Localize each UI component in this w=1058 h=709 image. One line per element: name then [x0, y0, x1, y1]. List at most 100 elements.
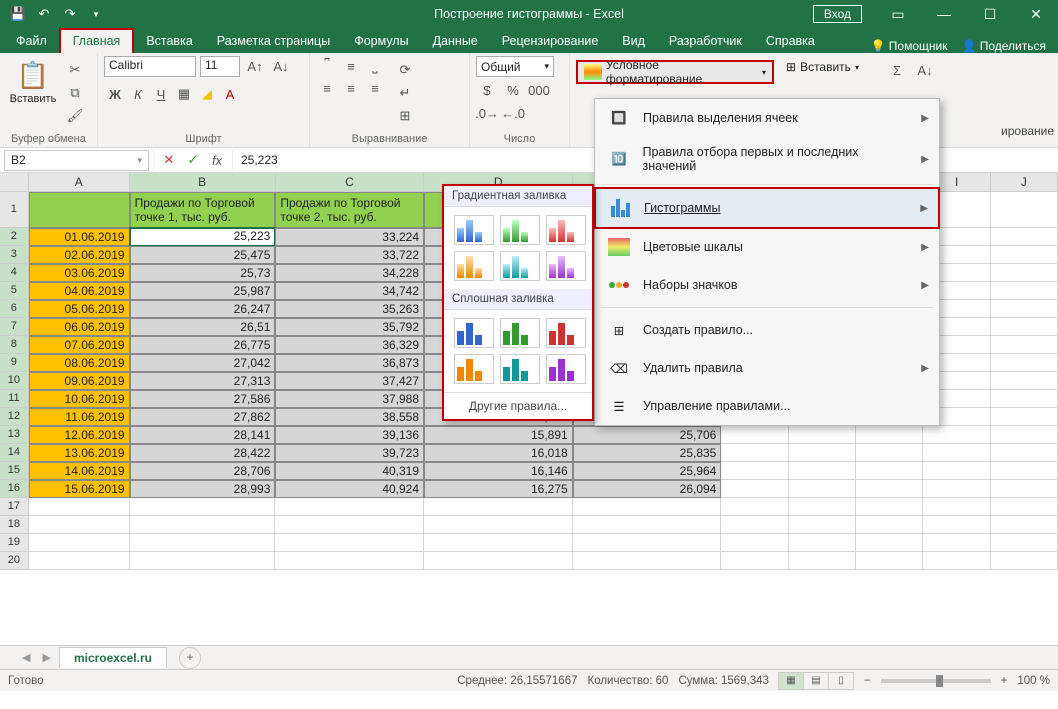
row-header[interactable]: 6 [0, 300, 29, 318]
align-center-icon[interactable]: ≡ [340, 78, 362, 98]
menu-highlight-rules[interactable]: 🔲 Правила выделения ячеек ▶ [595, 99, 939, 137]
cell[interactable]: 08.06.2019 [29, 354, 130, 372]
cell[interactable] [923, 480, 990, 498]
databar-gradient-blue[interactable] [454, 215, 494, 245]
view-page-layout-icon[interactable]: ▤ [803, 672, 829, 690]
cell[interactable] [424, 552, 573, 570]
cell[interactable] [29, 516, 130, 534]
cell[interactable] [991, 264, 1058, 282]
decrease-font-icon[interactable]: A↓ [270, 57, 292, 77]
tab-home[interactable]: Главная [59, 28, 135, 53]
cell[interactable]: 25,73 [130, 264, 276, 282]
cell[interactable]: 25,964 [573, 462, 722, 480]
cell[interactable]: 33,224 [275, 228, 424, 246]
cell[interactable]: 16,275 [424, 480, 573, 498]
cell[interactable]: 25,706 [573, 426, 722, 444]
align-bottom-icon[interactable]: ⎵ [364, 56, 386, 76]
align-middle-icon[interactable]: ≡ [340, 56, 362, 76]
cell[interactable]: 25,835 [573, 444, 722, 462]
cell[interactable] [923, 426, 990, 444]
font-name-input[interactable]: Calibri [104, 56, 196, 77]
cell[interactable]: 11.06.2019 [29, 408, 130, 426]
menu-new-rule[interactable]: ⊞ Создать правило... [595, 311, 939, 349]
cell[interactable] [991, 318, 1058, 336]
cell[interactable]: 26,51 [130, 318, 276, 336]
tab-page-layout[interactable]: Разметка страницы [205, 30, 342, 53]
cell[interactable]: 35,792 [275, 318, 424, 336]
menu-clear-rules[interactable]: ⌫ Удалить правила ▶ [595, 349, 939, 387]
cell[interactable]: 34,742 [275, 282, 424, 300]
cell[interactable] [29, 534, 130, 552]
cell[interactable] [424, 534, 573, 552]
cell[interactable] [856, 426, 923, 444]
cell[interactable]: 36,329 [275, 336, 424, 354]
increase-font-icon[interactable]: A↑ [244, 57, 266, 77]
row-header[interactable]: 13 [0, 426, 29, 444]
insert-cells-button[interactable]: ⊞ Вставить ▾ [786, 60, 859, 74]
tab-help[interactable]: Справка [754, 30, 827, 53]
row-header[interactable]: 19 [0, 534, 29, 552]
cell[interactable] [991, 282, 1058, 300]
cell[interactable]: 34,228 [275, 264, 424, 282]
row-header[interactable]: 4 [0, 264, 29, 282]
share-button[interactable]: 👤 Поделиться [961, 39, 1046, 53]
databar-gradient-orange[interactable] [454, 251, 494, 281]
cell[interactable] [789, 498, 856, 516]
sheet-nav-next-icon[interactable]: ▶ [38, 651, 54, 664]
databar-solid-cyan[interactable] [500, 354, 540, 384]
menu-color-scales[interactable]: Цветовые шкалы ▶ [595, 228, 939, 266]
cell[interactable] [991, 426, 1058, 444]
databar-solid-purple[interactable] [546, 354, 586, 384]
zoom-level[interactable]: 100 % [1017, 675, 1050, 687]
cell[interactable] [991, 534, 1058, 552]
cell[interactable] [923, 444, 990, 462]
databar-gradient-green[interactable] [500, 215, 540, 245]
col-header[interactable]: A [29, 173, 130, 191]
cell[interactable] [991, 390, 1058, 408]
menu-manage-rules[interactable]: ☰ Управление правилами... [595, 387, 939, 425]
cell[interactable]: 10.06.2019 [29, 390, 130, 408]
cut-icon[interactable]: ✂ [64, 60, 86, 80]
cell[interactable]: 39,136 [275, 426, 424, 444]
cell[interactable]: 05.06.2019 [29, 300, 130, 318]
cell[interactable]: 26,247 [130, 300, 276, 318]
row-header[interactable]: 8 [0, 336, 29, 354]
databar-gradient-red[interactable] [546, 215, 586, 245]
cell[interactable] [991, 480, 1058, 498]
menu-top-bottom-rules[interactable]: 🔟 Правила отбора первых и последних знач… [595, 137, 939, 181]
format-painter-icon[interactable]: 🖌 [64, 106, 86, 126]
cell[interactable] [29, 192, 130, 228]
add-sheet-button[interactable]: + [179, 647, 201, 669]
cell[interactable] [923, 498, 990, 516]
decrease-decimal-icon[interactable]: ←.0 [502, 103, 524, 123]
view-normal-icon[interactable]: ▦ [778, 672, 804, 690]
cell[interactable]: 26,775 [130, 336, 276, 354]
cell[interactable]: 33,722 [275, 246, 424, 264]
cell[interactable]: 06.06.2019 [29, 318, 130, 336]
row-header[interactable]: 3 [0, 246, 29, 264]
tab-insert[interactable]: Вставка [134, 30, 204, 53]
databar-solid-green[interactable] [500, 318, 540, 348]
cell[interactable] [923, 552, 990, 570]
font-color-icon[interactable]: A [219, 84, 241, 104]
cell[interactable] [275, 534, 424, 552]
increase-decimal-icon[interactable]: .0→ [476, 103, 498, 123]
number-format-select[interactable]: Общий▾ [476, 56, 554, 77]
more-rules-item[interactable]: Другие правила... [444, 392, 592, 419]
zoom-slider[interactable] [881, 679, 991, 683]
cell[interactable]: Продажи по Торговой точке 2, тыс. руб. [275, 192, 424, 228]
cell[interactable] [789, 552, 856, 570]
enter-icon[interactable]: ✓ [182, 150, 204, 170]
cell[interactable] [991, 408, 1058, 426]
cell[interactable] [573, 534, 722, 552]
cell[interactable] [789, 426, 856, 444]
row-header[interactable]: 11 [0, 390, 29, 408]
sort-filter-icon[interactable]: A↓ [914, 60, 936, 80]
cell[interactable]: 40,924 [275, 480, 424, 498]
fill-color-icon[interactable]: ◢ [196, 84, 218, 104]
row-header[interactable]: 18 [0, 516, 29, 534]
cell[interactable] [991, 372, 1058, 390]
cell[interactable]: 39,723 [275, 444, 424, 462]
tab-file[interactable]: Файл [4, 30, 59, 53]
cell[interactable] [573, 516, 722, 534]
